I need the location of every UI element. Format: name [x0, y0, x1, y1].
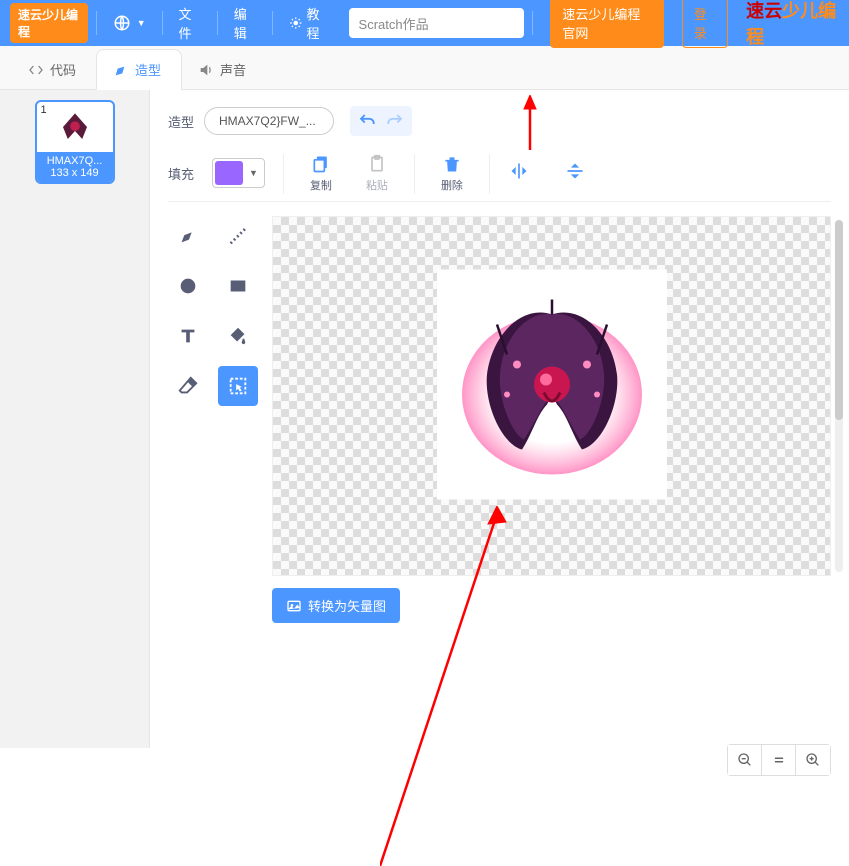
zoom-in-button[interactable]	[796, 745, 830, 775]
delete-button[interactable]: 删除	[433, 154, 471, 193]
text-tool[interactable]	[168, 316, 208, 356]
paint-editor: 造型 填充 ▼ 复制 粘贴	[150, 90, 849, 748]
tutorials-menu[interactable]: 教程	[281, 4, 337, 42]
paste-button[interactable]: 粘贴	[358, 154, 396, 193]
brush-tool[interactable]	[168, 216, 208, 256]
copy-button[interactable]: 复制	[302, 154, 340, 193]
tab-code[interactable]: 代码	[12, 50, 96, 89]
logo-badge: 速云少儿编程	[10, 3, 88, 43]
canvas-area: 转换为矢量图	[168, 216, 831, 732]
menubar: 速云少儿编程 ▼ 文件 编辑 教程 Scratch作品 速云少儿编程官网 登录 …	[0, 0, 849, 46]
tools-palette	[168, 216, 258, 732]
zoom-out-button[interactable]	[728, 745, 762, 775]
login-button[interactable]: 登录	[682, 0, 728, 48]
canvas-wrap: 转换为矢量图	[272, 216, 831, 732]
costume-name-row: 造型	[168, 106, 831, 136]
flip-vertical-button[interactable]	[564, 160, 586, 182]
undo-button[interactable]	[354, 108, 380, 134]
fill-color-picker[interactable]: ▼	[212, 158, 265, 188]
convert-to-vector-button[interactable]: 转换为矢量图	[272, 588, 400, 623]
thumb-number: 1	[41, 104, 47, 116]
zoom-controls	[727, 744, 831, 776]
official-site-button[interactable]: 速云少儿编程官网	[550, 0, 663, 48]
sprite-on-canvas[interactable]	[437, 270, 667, 500]
costume-thumb[interactable]: 1 HMAX7Q... 133 x 149	[35, 100, 115, 184]
vertical-scrollbar[interactable]	[835, 220, 843, 572]
canvas[interactable]	[272, 216, 831, 576]
costume-label: 造型	[168, 112, 194, 131]
fill-label: 填充	[168, 164, 194, 183]
thumb-caption: HMAX7Q... 133 x 149	[37, 152, 113, 182]
redo-button[interactable]	[382, 108, 408, 134]
tabs: 代码 造型 声音	[0, 46, 849, 90]
color-swatch	[215, 161, 243, 185]
thumb-preview	[37, 102, 113, 152]
costume-name-input[interactable]	[204, 107, 334, 135]
tab-costumes[interactable]: 造型	[96, 49, 182, 90]
eraser-tool[interactable]	[168, 366, 208, 406]
circle-tool[interactable]	[168, 266, 208, 306]
chevron-down-icon: ▼	[137, 18, 146, 28]
select-tool[interactable]	[218, 366, 258, 406]
edit-menu[interactable]: 编辑	[226, 4, 264, 42]
costume-list: 1 HMAX7Q... 133 x 149	[0, 90, 150, 748]
file-menu[interactable]: 文件	[171, 4, 209, 42]
tab-sounds[interactable]: 声音	[182, 50, 266, 89]
workspace: 1 HMAX7Q... 133 x 149 造型 填充 ▼	[0, 90, 849, 748]
brand-text: 速云少儿编程	[746, 0, 839, 49]
edit-toolbar: 填充 ▼ 复制 粘贴 删除	[168, 146, 831, 202]
fill-tool[interactable]	[218, 316, 258, 356]
line-tool[interactable]	[218, 216, 258, 256]
zoom-reset-button[interactable]	[762, 745, 796, 775]
rect-tool[interactable]	[218, 266, 258, 306]
chevron-down-icon: ▼	[245, 168, 262, 178]
language-menu[interactable]: ▼	[105, 14, 154, 32]
flip-horizontal-button[interactable]	[508, 160, 530, 182]
search-input[interactable]: Scratch作品	[349, 8, 524, 38]
